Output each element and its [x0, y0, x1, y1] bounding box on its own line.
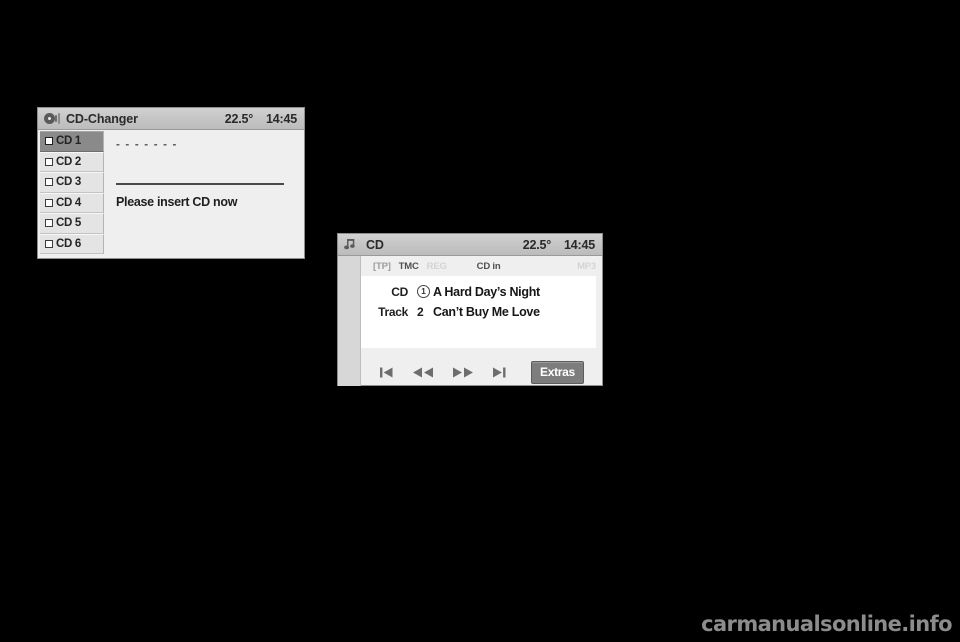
- circled-number-icon: 1: [417, 285, 430, 298]
- track-placeholder-dashes: - - - - - - -: [116, 139, 178, 151]
- cd-changer-body: CD 1 CD 2 CD 3 CD 4 CD 5 CD 6 - - - - - …: [38, 130, 304, 259]
- status-flag-cd-in: CD in: [476, 261, 501, 272]
- cd-row-number: 1: [417, 284, 433, 299]
- cd-slot-list: CD 1 CD 2 CD 3 CD 4 CD 5 CD 6: [38, 130, 104, 259]
- skip-forward-icon[interactable]: [492, 366, 507, 379]
- cd-changer-title: CD-Changer: [66, 111, 138, 126]
- track-row-title: Can’t Buy Me Love: [433, 304, 540, 319]
- cd-changer-temperature: 22.5°: [224, 111, 254, 126]
- track-row-label: Track: [378, 304, 408, 319]
- music-note-icon: [344, 238, 359, 251]
- extras-button[interactable]: Extras: [531, 360, 584, 384]
- cd-slot-5[interactable]: CD 5: [40, 213, 104, 234]
- track-row-number: 2: [417, 304, 424, 319]
- site-watermark: carmanualsonline.info: [701, 612, 952, 636]
- cd-slot-label: CD 5: [56, 217, 82, 230]
- transport-controls: Extras: [361, 357, 602, 387]
- checkbox-icon[interactable]: [45, 219, 53, 228]
- status-flag-reg: REG: [426, 261, 447, 272]
- checkbox-icon[interactable]: [45, 178, 53, 187]
- checkbox-icon[interactable]: [45, 137, 53, 146]
- status-flag-tmc: TMC: [398, 261, 419, 272]
- cd-disc-icon: [44, 112, 60, 125]
- cd-changer-content: - - - - - - - Please insert CD now: [104, 130, 304, 259]
- player-main-area: [TP] TMC REG CD in MP3 CD 1 A Hard Day’s…: [361, 256, 602, 386]
- cd-changer-panel: CD-Changer 22.5° 14:45 CD 1 CD 2 CD 3 CD…: [37, 107, 305, 259]
- cd-changer-header: CD-Changer 22.5° 14:45: [38, 108, 304, 130]
- checkbox-icon[interactable]: [45, 198, 53, 207]
- skip-back-icon[interactable]: [379, 366, 394, 379]
- cd-player-clock: 14:45: [564, 237, 595, 252]
- checkbox-icon[interactable]: [45, 157, 53, 166]
- fast-forward-icon[interactable]: [452, 366, 474, 379]
- cd-slot-3[interactable]: CD 3: [40, 172, 104, 193]
- rewind-icon[interactable]: [412, 366, 434, 379]
- cd-changer-clock: 14:45: [266, 111, 297, 126]
- track-row[interactable]: Track 2 Can’t Buy Me Love: [361, 302, 596, 321]
- content-divider: [116, 183, 284, 185]
- checkbox-icon[interactable]: [45, 239, 53, 248]
- cd-player-title: CD: [366, 237, 384, 252]
- cd-player-temperature: 22.5°: [522, 237, 552, 252]
- cd-slot-label: CD 2: [56, 155, 82, 168]
- now-playing-panel: CD 1 A Hard Day’s Night Track 2 Can’t Bu…: [361, 276, 596, 348]
- status-flag-mp3: MP3: [577, 261, 596, 272]
- cd-slot-label: CD 4: [56, 196, 82, 209]
- cd-slot-4[interactable]: CD 4: [40, 192, 104, 213]
- cd-slot-label: CD 6: [56, 237, 82, 250]
- cd-player-panel: CD 22.5° 14:45 [TP] TMC REG CD in MP3 CD…: [337, 233, 603, 386]
- cd-player-body: [TP] TMC REG CD in MP3 CD 1 A Hard Day’s…: [338, 256, 602, 386]
- insert-cd-message: Please insert CD now: [116, 195, 238, 209]
- player-side-rail: [338, 256, 361, 386]
- status-flag-row: [TP] TMC REG CD in MP3: [361, 256, 602, 274]
- cd-slot-label: CD 1: [56, 135, 82, 148]
- cd-row-label: CD: [391, 284, 408, 299]
- cd-row[interactable]: CD 1 A Hard Day’s Night: [361, 282, 596, 301]
- cd-row-title: A Hard Day’s Night: [433, 284, 540, 299]
- cd-slot-1[interactable]: CD 1: [40, 131, 104, 152]
- cd-slot-2[interactable]: CD 2: [40, 151, 104, 172]
- status-flag-tp: [TP]: [373, 261, 391, 272]
- cd-player-header: CD 22.5° 14:45: [338, 234, 602, 256]
- cd-slot-label: CD 3: [56, 176, 82, 189]
- cd-slot-6[interactable]: CD 6: [40, 233, 104, 254]
